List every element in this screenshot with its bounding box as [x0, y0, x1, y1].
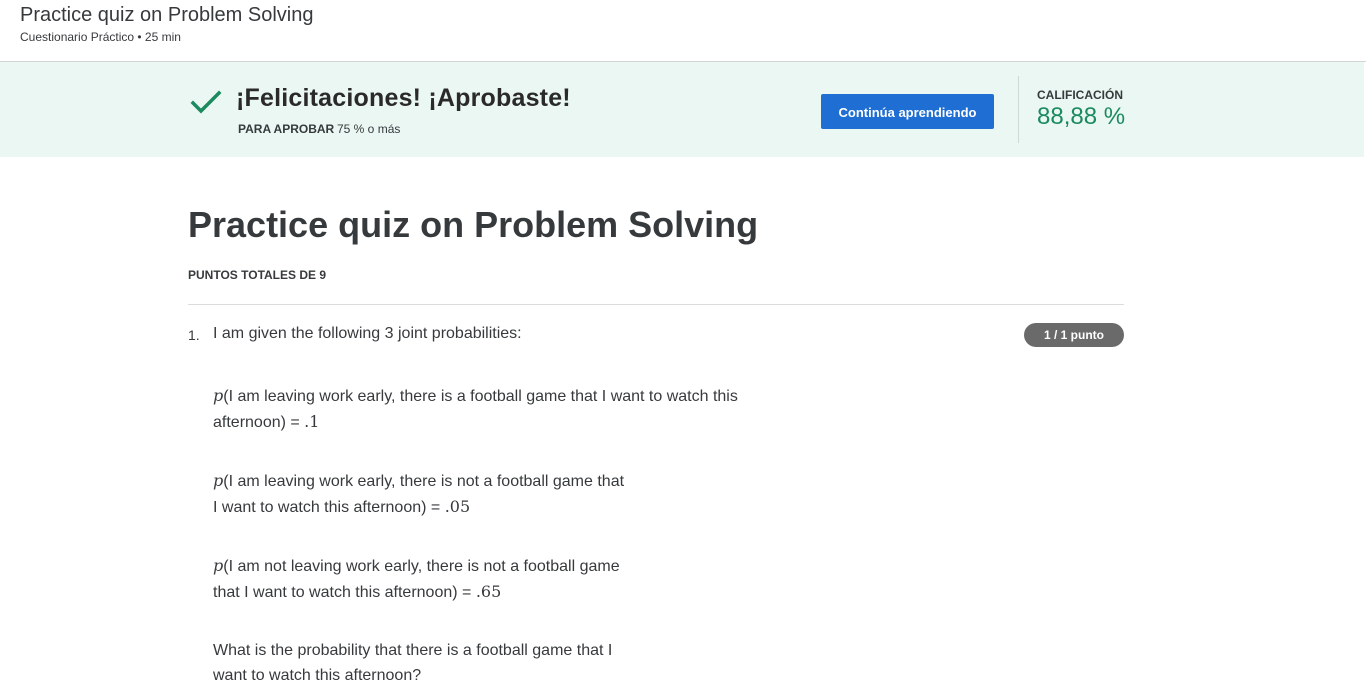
- question-number: 1.: [188, 327, 200, 343]
- prob-value: .05: [444, 497, 471, 516]
- question-prompt: What is the probability that there is a …: [213, 638, 612, 688]
- pass-threshold-value: 75 % o más: [337, 122, 401, 136]
- header-subtitle: Cuestionario Práctico • 25 min: [20, 30, 181, 44]
- quiz-title: Practice quiz on Problem Solving: [188, 204, 759, 245]
- pass-threshold-label: PARA APROBAR: [238, 122, 335, 136]
- prob-var: p: [213, 471, 224, 490]
- divider: [188, 304, 1124, 305]
- probability-statement: p(I am leaving work early, there is a fo…: [213, 383, 738, 435]
- grade-value: 88,88 %: [1037, 103, 1126, 130]
- continue-learning-button[interactable]: Continúa aprendiendo: [821, 94, 994, 129]
- check-icon: [190, 90, 222, 114]
- statement-line1: (I am not leaving work early, there is n…: [223, 558, 620, 575]
- statement-line2: afternoon) =: [213, 414, 305, 431]
- prompt-line1: What is the probability that there is a …: [213, 642, 613, 659]
- top-header: Practice quiz on Problem Solving Cuestio…: [0, 0, 1366, 62]
- prob-var: p: [213, 386, 224, 405]
- prob-value: .1: [304, 412, 320, 431]
- prompt-line2: want to watch this afternoon?: [213, 667, 422, 684]
- prob-value: .65: [475, 582, 502, 601]
- question-score-badge: 1 / 1 punto: [1024, 323, 1124, 347]
- probability-statement: p(I am not leaving work early, there is …: [213, 553, 620, 605]
- grade-label: CALIFICACIÓN: [1037, 88, 1123, 102]
- statement-line2: that I want to watch this afternoon) =: [213, 584, 476, 601]
- question-text: I am given the following 3 joint probabi…: [213, 325, 522, 342]
- statement-line1: (I am leaving work early, there is a foo…: [223, 388, 738, 405]
- result-headline: ¡Felicitaciones! ¡Aprobaste!: [236, 84, 571, 112]
- statement-line1: (I am leaving work early, there is not a…: [223, 473, 625, 490]
- probability-statement: p(I am leaving work early, there is not …: [213, 468, 624, 520]
- total-points: PUNTOS TOTALES DE 9: [188, 268, 327, 282]
- prob-var: p: [213, 556, 224, 575]
- banner-divider: [1018, 76, 1019, 143]
- result-banner: ¡Felicitaciones! ¡Aprobaste! PARA APROBA…: [0, 62, 1364, 157]
- statement-line2: I want to watch this afternoon) =: [213, 499, 445, 516]
- header-title: Practice quiz on Problem Solving: [20, 4, 314, 26]
